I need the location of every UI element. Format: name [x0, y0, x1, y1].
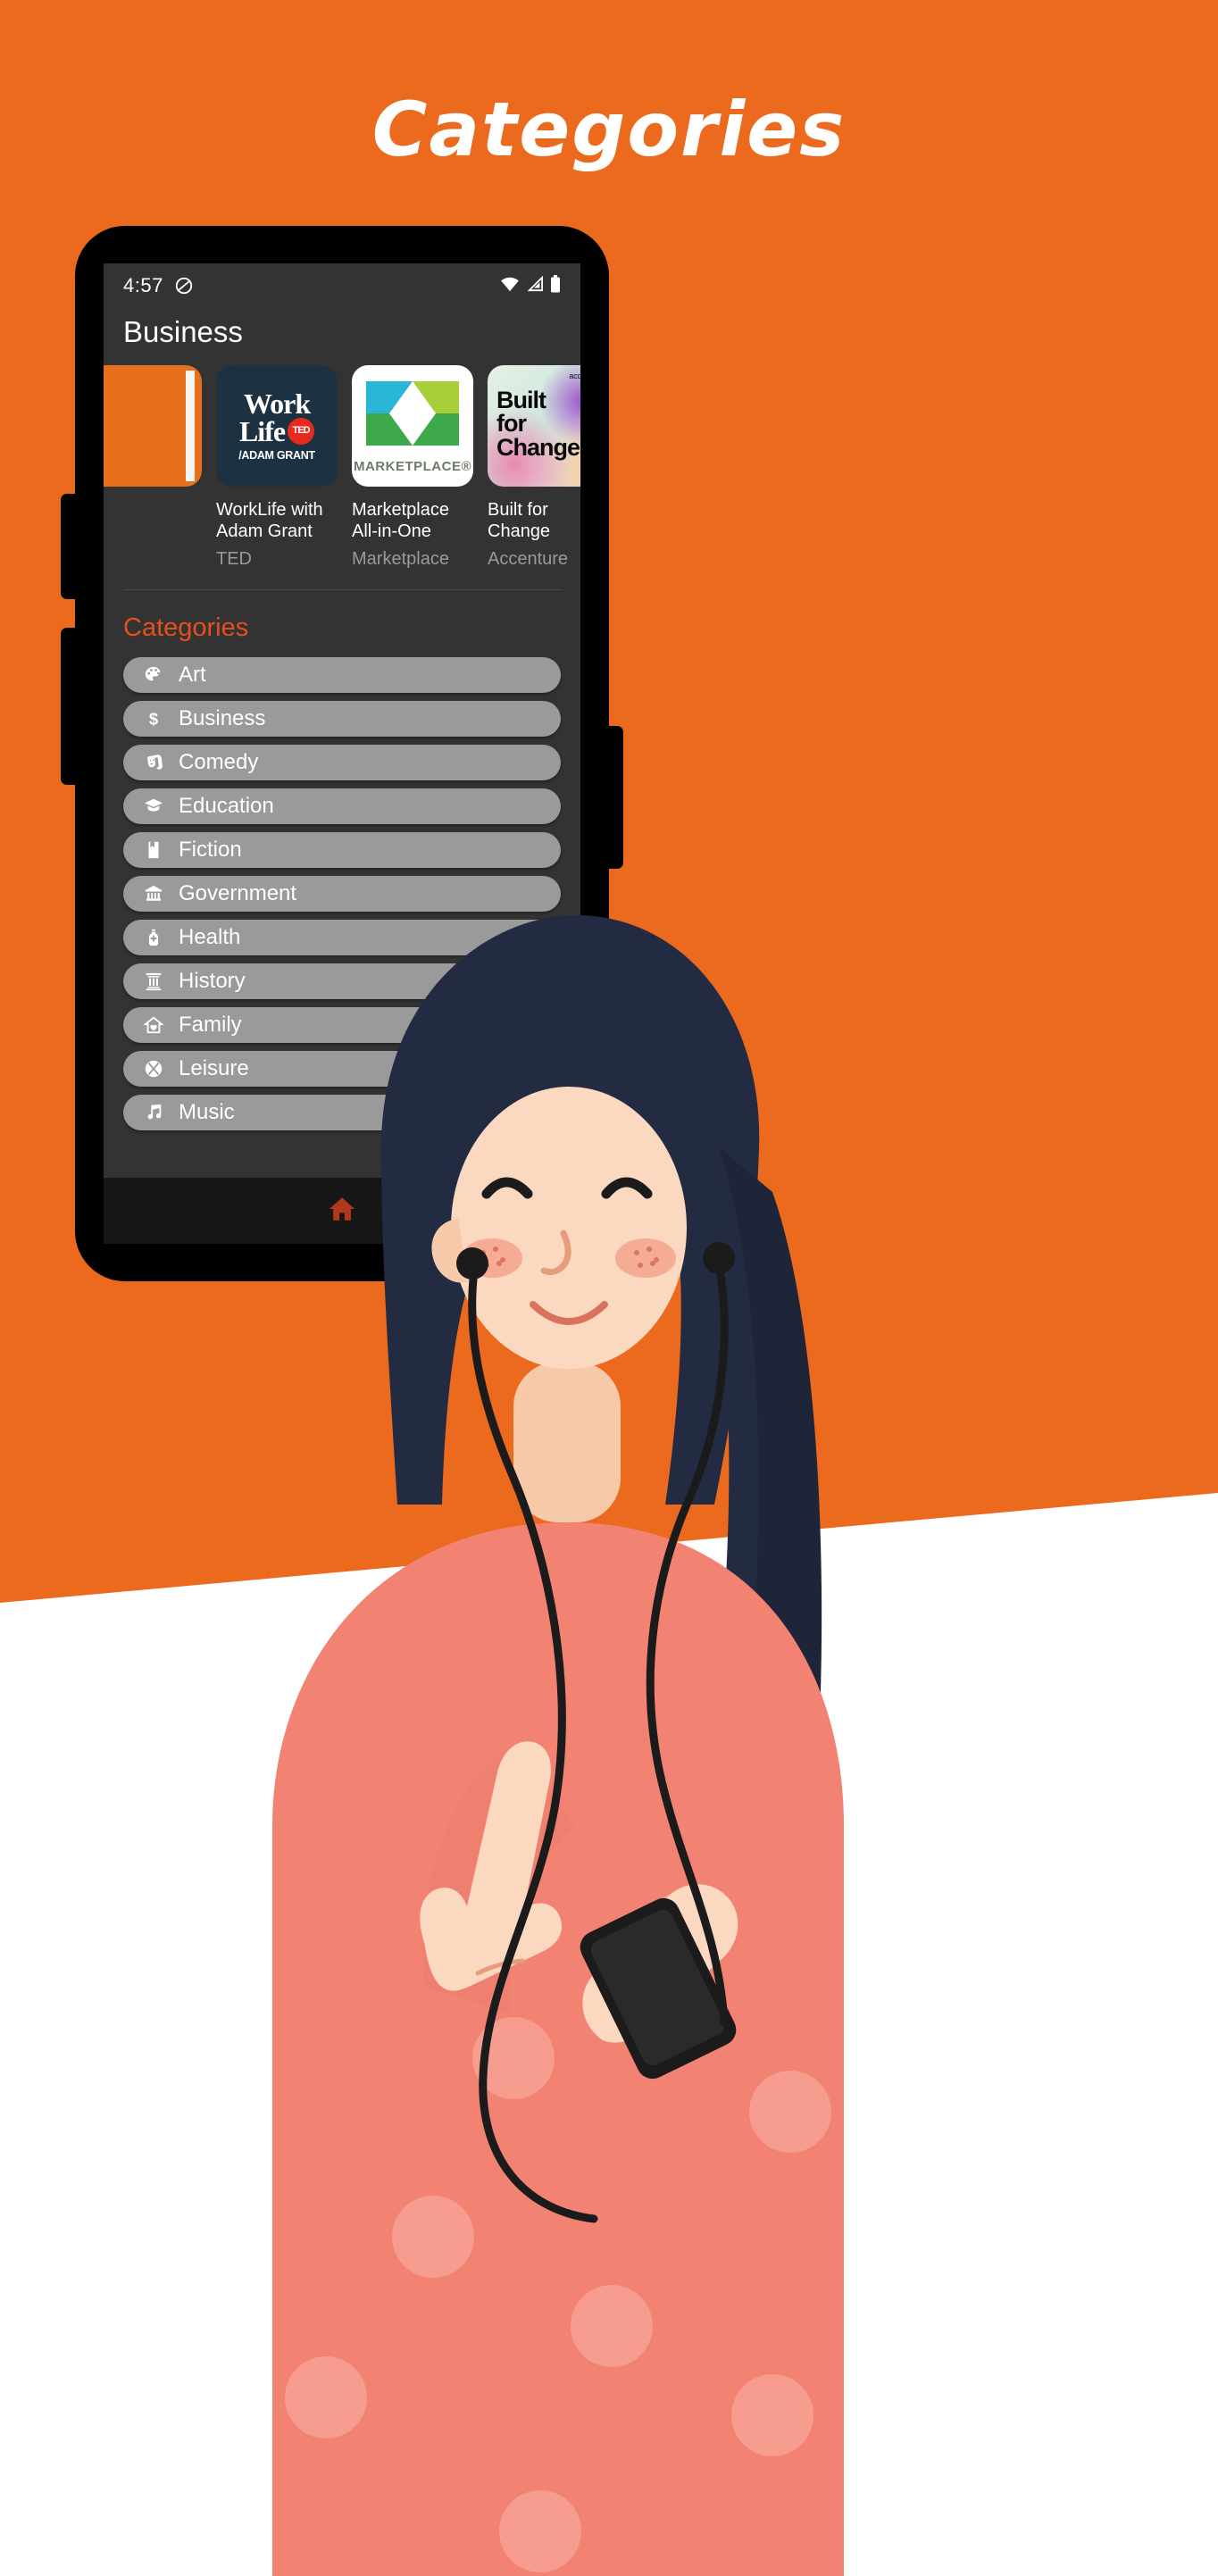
bottom-navigation-bar[interactable]	[104, 1178, 580, 1244]
category-label: Family	[179, 1012, 242, 1037]
medicine-bottle-icon	[143, 927, 164, 948]
battery-icon	[550, 274, 561, 297]
podcast-author: …	[104, 527, 202, 547]
artwork-text-line1: Built	[496, 387, 546, 413]
podcast-artwork: Work Life TED /ADAM GRANT	[216, 365, 338, 487]
podcast-title: WorkLife with Adam Grant	[216, 500, 323, 542]
artwork-wordmark: MARKETPLACE®	[353, 459, 472, 474]
dollar-icon: $	[143, 708, 164, 729]
category-item-government[interactable]: Government	[123, 875, 561, 912]
category-item-business[interactable]: $ Business	[123, 700, 561, 737]
category-item-education[interactable]: Education	[123, 788, 561, 824]
podcast-title: Built for Change	[488, 500, 551, 542]
artwork-text-line2: for	[496, 410, 527, 438]
category-label: Music	[179, 1099, 235, 1124]
category-item-comedy[interactable]: Comedy	[123, 744, 561, 780]
podcast-title: Marketplace All-in-One	[352, 500, 449, 542]
category-label: Comedy	[179, 749, 259, 774]
category-item-fiction[interactable]: Fiction	[123, 831, 561, 868]
podcast-carousel[interactable]: … … Work Life TED /ADAM GRANT WorkLife w…	[104, 365, 580, 570]
category-item-history[interactable]: History	[123, 963, 561, 999]
category-label: History	[179, 968, 246, 993]
home-icon[interactable]	[327, 1194, 357, 1229]
category-label: Education	[179, 793, 274, 818]
category-label: Health	[179, 924, 241, 949]
phone-mockup: 4:57 Business Work Life TED /ADAM GRANT …	[61, 226, 623, 1281]
podcast-artwork: MARKETPLACE®	[352, 365, 473, 487]
music-note-icon	[143, 1102, 164, 1123]
page-title: Categories	[371, 86, 847, 173]
podcast-author: TED	[216, 548, 252, 569]
bank-icon	[143, 883, 164, 905]
artwork-text-line3: Change	[496, 433, 580, 461]
do-not-disturb-icon	[174, 276, 194, 296]
podcast-author: Marketplace	[352, 548, 449, 569]
category-label: Fiction	[179, 837, 242, 862]
podcast-card[interactable]: Work Life TED /ADAM GRANT WorkLife with …	[216, 365, 338, 570]
svg-text:$: $	[149, 709, 158, 728]
podcast-title: …	[104, 499, 202, 521]
podcast-card[interactable]: MARKETPLACE® Marketplace All-in-One Mark…	[352, 365, 473, 570]
podcast-card[interactable]: accenture Built for Change Built for Cha…	[488, 365, 580, 570]
podcast-artwork: accenture Built for Change	[488, 365, 580, 487]
marketplace-logo-icon	[366, 381, 459, 446]
category-item-health[interactable]: Health	[123, 919, 561, 955]
theater-masks-icon	[143, 752, 164, 773]
phone-screen: 4:57 Business Work Life TED /ADAM GRANT …	[104, 263, 580, 1244]
categories-list: Art $ Business Comedy Education Fiction …	[104, 656, 580, 1130]
column-icon	[143, 971, 164, 992]
category-label: Government	[179, 880, 297, 905]
category-label: Art	[179, 662, 206, 687]
phone-mute-switch	[61, 494, 80, 599]
status-bar: 4:57	[104, 263, 580, 308]
podcast-author: Accenture	[488, 548, 569, 569]
artwork-text-line3: /ADAM GRANT	[238, 448, 315, 462]
app-header-title: Business	[123, 315, 243, 348]
house-heart-icon	[143, 1014, 164, 1036]
category-item-music[interactable]: Music	[123, 1094, 561, 1130]
palette-icon	[143, 664, 164, 686]
status-time: 4:57	[123, 274, 163, 296]
accenture-brand: accenture	[569, 371, 580, 380]
artwork-text-line2: Life	[238, 414, 286, 447]
bookmark-book-icon	[143, 839, 164, 861]
artwork-text-line1: Work	[243, 388, 311, 421]
podcast-artwork	[104, 365, 202, 487]
category-item-art[interactable]: Art	[123, 656, 561, 693]
category-label: Leisure	[179, 1055, 249, 1080]
status-indicators	[500, 274, 561, 297]
categories-heading: Categories	[123, 613, 249, 642]
ted-badge: TED	[288, 417, 315, 445]
phone-volume-button	[61, 628, 80, 785]
cell-signal-icon	[526, 275, 544, 296]
wifi-icon	[500, 276, 520, 296]
podcast-card[interactable]: … …	[104, 365, 202, 570]
graduation-cap-icon	[143, 796, 164, 817]
app-header: Business	[104, 308, 580, 365]
category-item-leisure[interactable]: Leisure	[123, 1050, 561, 1087]
category-item-family[interactable]: Family	[123, 1006, 561, 1043]
circle-x-icon	[143, 1058, 164, 1080]
phone-power-button	[604, 726, 623, 869]
category-label: Business	[179, 705, 266, 730]
